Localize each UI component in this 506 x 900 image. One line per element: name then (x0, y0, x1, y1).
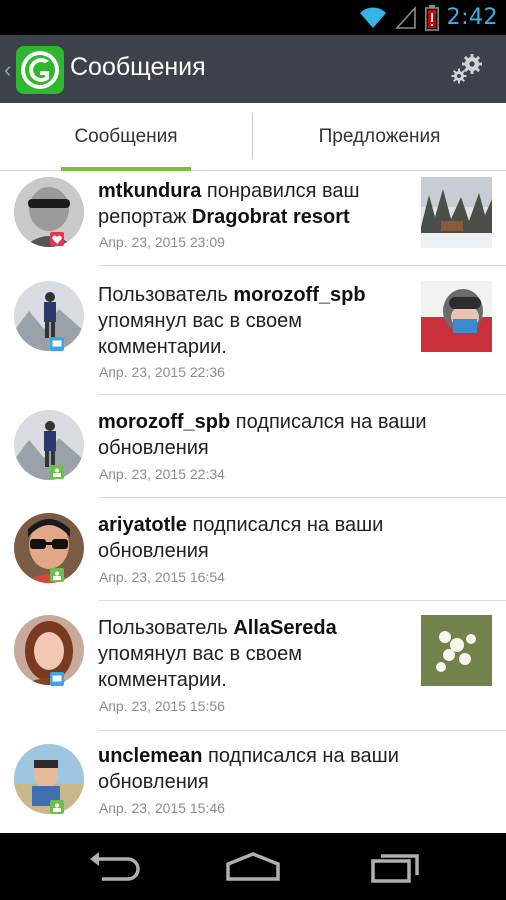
notification-text: unclemean подписался на ваши обновления (98, 745, 399, 793)
follow-icon (50, 465, 64, 479)
list-item[interactable]: Пользователь AllaSereda упомянул вас в с… (0, 601, 506, 731)
page-title: Сообщения (70, 53, 206, 81)
notification-text: mtkundura понравился ваш репортаж Dragob… (98, 180, 360, 228)
status-bar: 2:42 (0, 0, 506, 35)
home-button[interactable] (223, 849, 283, 885)
report-thumbnail[interactable] (421, 177, 492, 248)
username[interactable]: AllaSereda (233, 617, 336, 639)
notification-list[interactable]: mtkundura понравился ваш репортаж Dragob… (0, 171, 506, 833)
timestamp: Апр. 23, 2015 16:54 (99, 569, 225, 585)
comment-thumbnail[interactable] (421, 615, 492, 686)
follow-icon (50, 568, 64, 582)
app-logo[interactable] (16, 46, 64, 94)
action-bar: ‹ Сообщения (0, 35, 506, 103)
comment-thumbnail[interactable] (421, 281, 492, 352)
username[interactable]: morozoff_spb (233, 284, 365, 306)
notification-text: morozoff_spb подписался на ваши обновлен… (98, 411, 427, 459)
list-item[interactable]: morozoff_spb подписался на ваши обновлен… (0, 395, 506, 498)
comment-icon (50, 337, 64, 351)
back-caret-icon[interactable]: ‹ (4, 57, 11, 83)
back-button[interactable] (82, 849, 142, 885)
avatar[interactable] (14, 281, 84, 351)
timestamp: Апр. 23, 2015 15:56 (99, 698, 225, 714)
username[interactable]: morozoff_spb (98, 411, 230, 433)
signal-icon (394, 5, 416, 29)
timestamp: Апр. 23, 2015 15:46 (99, 800, 225, 816)
avatar[interactable] (14, 410, 84, 480)
avatar[interactable] (14, 513, 84, 583)
status-time: 2:42 (446, 5, 498, 30)
avatar[interactable] (14, 744, 84, 814)
comment-icon (50, 672, 64, 686)
list-item[interactable]: unclemean подписался на ваши обновления … (0, 731, 506, 833)
follow-icon (50, 800, 64, 814)
timestamp: Апр. 23, 2015 23:09 (99, 234, 225, 250)
recent-apps-button[interactable] (365, 849, 425, 885)
recent-apps-icon (371, 854, 419, 883)
list-item[interactable]: Пользователь morozoff_spb упомянул вас в… (0, 266, 506, 395)
wifi-icon (359, 6, 386, 28)
list-item[interactable]: ariyatotle подписался на ваши обновления… (0, 498, 506, 601)
timestamp: Апр. 23, 2015 22:34 (99, 466, 225, 482)
report-link[interactable]: Dragobrat resort (192, 206, 350, 228)
status-icons: 2:42 (359, 0, 498, 35)
notification-text: Пользователь AllaSereda упомянул вас в с… (98, 617, 337, 691)
list-item[interactable]: mtkundura понравился ваш репортаж Dragob… (0, 171, 506, 266)
avatar[interactable] (14, 615, 84, 685)
navigation-bar (0, 833, 506, 900)
username[interactable]: ariyatotle (98, 514, 187, 536)
tab-suggestions[interactable]: Предложения (253, 103, 506, 171)
settings-button[interactable] (448, 51, 486, 89)
username[interactable]: unclemean (98, 745, 202, 767)
tab-messages[interactable]: Сообщения (0, 103, 252, 171)
notification-text: Пользователь morozoff_spb упомянул вас в… (98, 284, 366, 358)
timestamp: Апр. 23, 2015 22:36 (99, 364, 225, 380)
tab-bar: Сообщения Предложения (0, 103, 506, 171)
gears-icon (451, 54, 482, 84)
avatar[interactable] (14, 177, 84, 247)
notification-text: ariyatotle подписался на ваши обновления (98, 514, 384, 562)
back-icon (90, 852, 140, 881)
username[interactable]: mtkundura (98, 180, 201, 202)
heart-icon (50, 232, 64, 246)
battery-alert-icon (424, 4, 439, 31)
home-icon (226, 852, 280, 881)
